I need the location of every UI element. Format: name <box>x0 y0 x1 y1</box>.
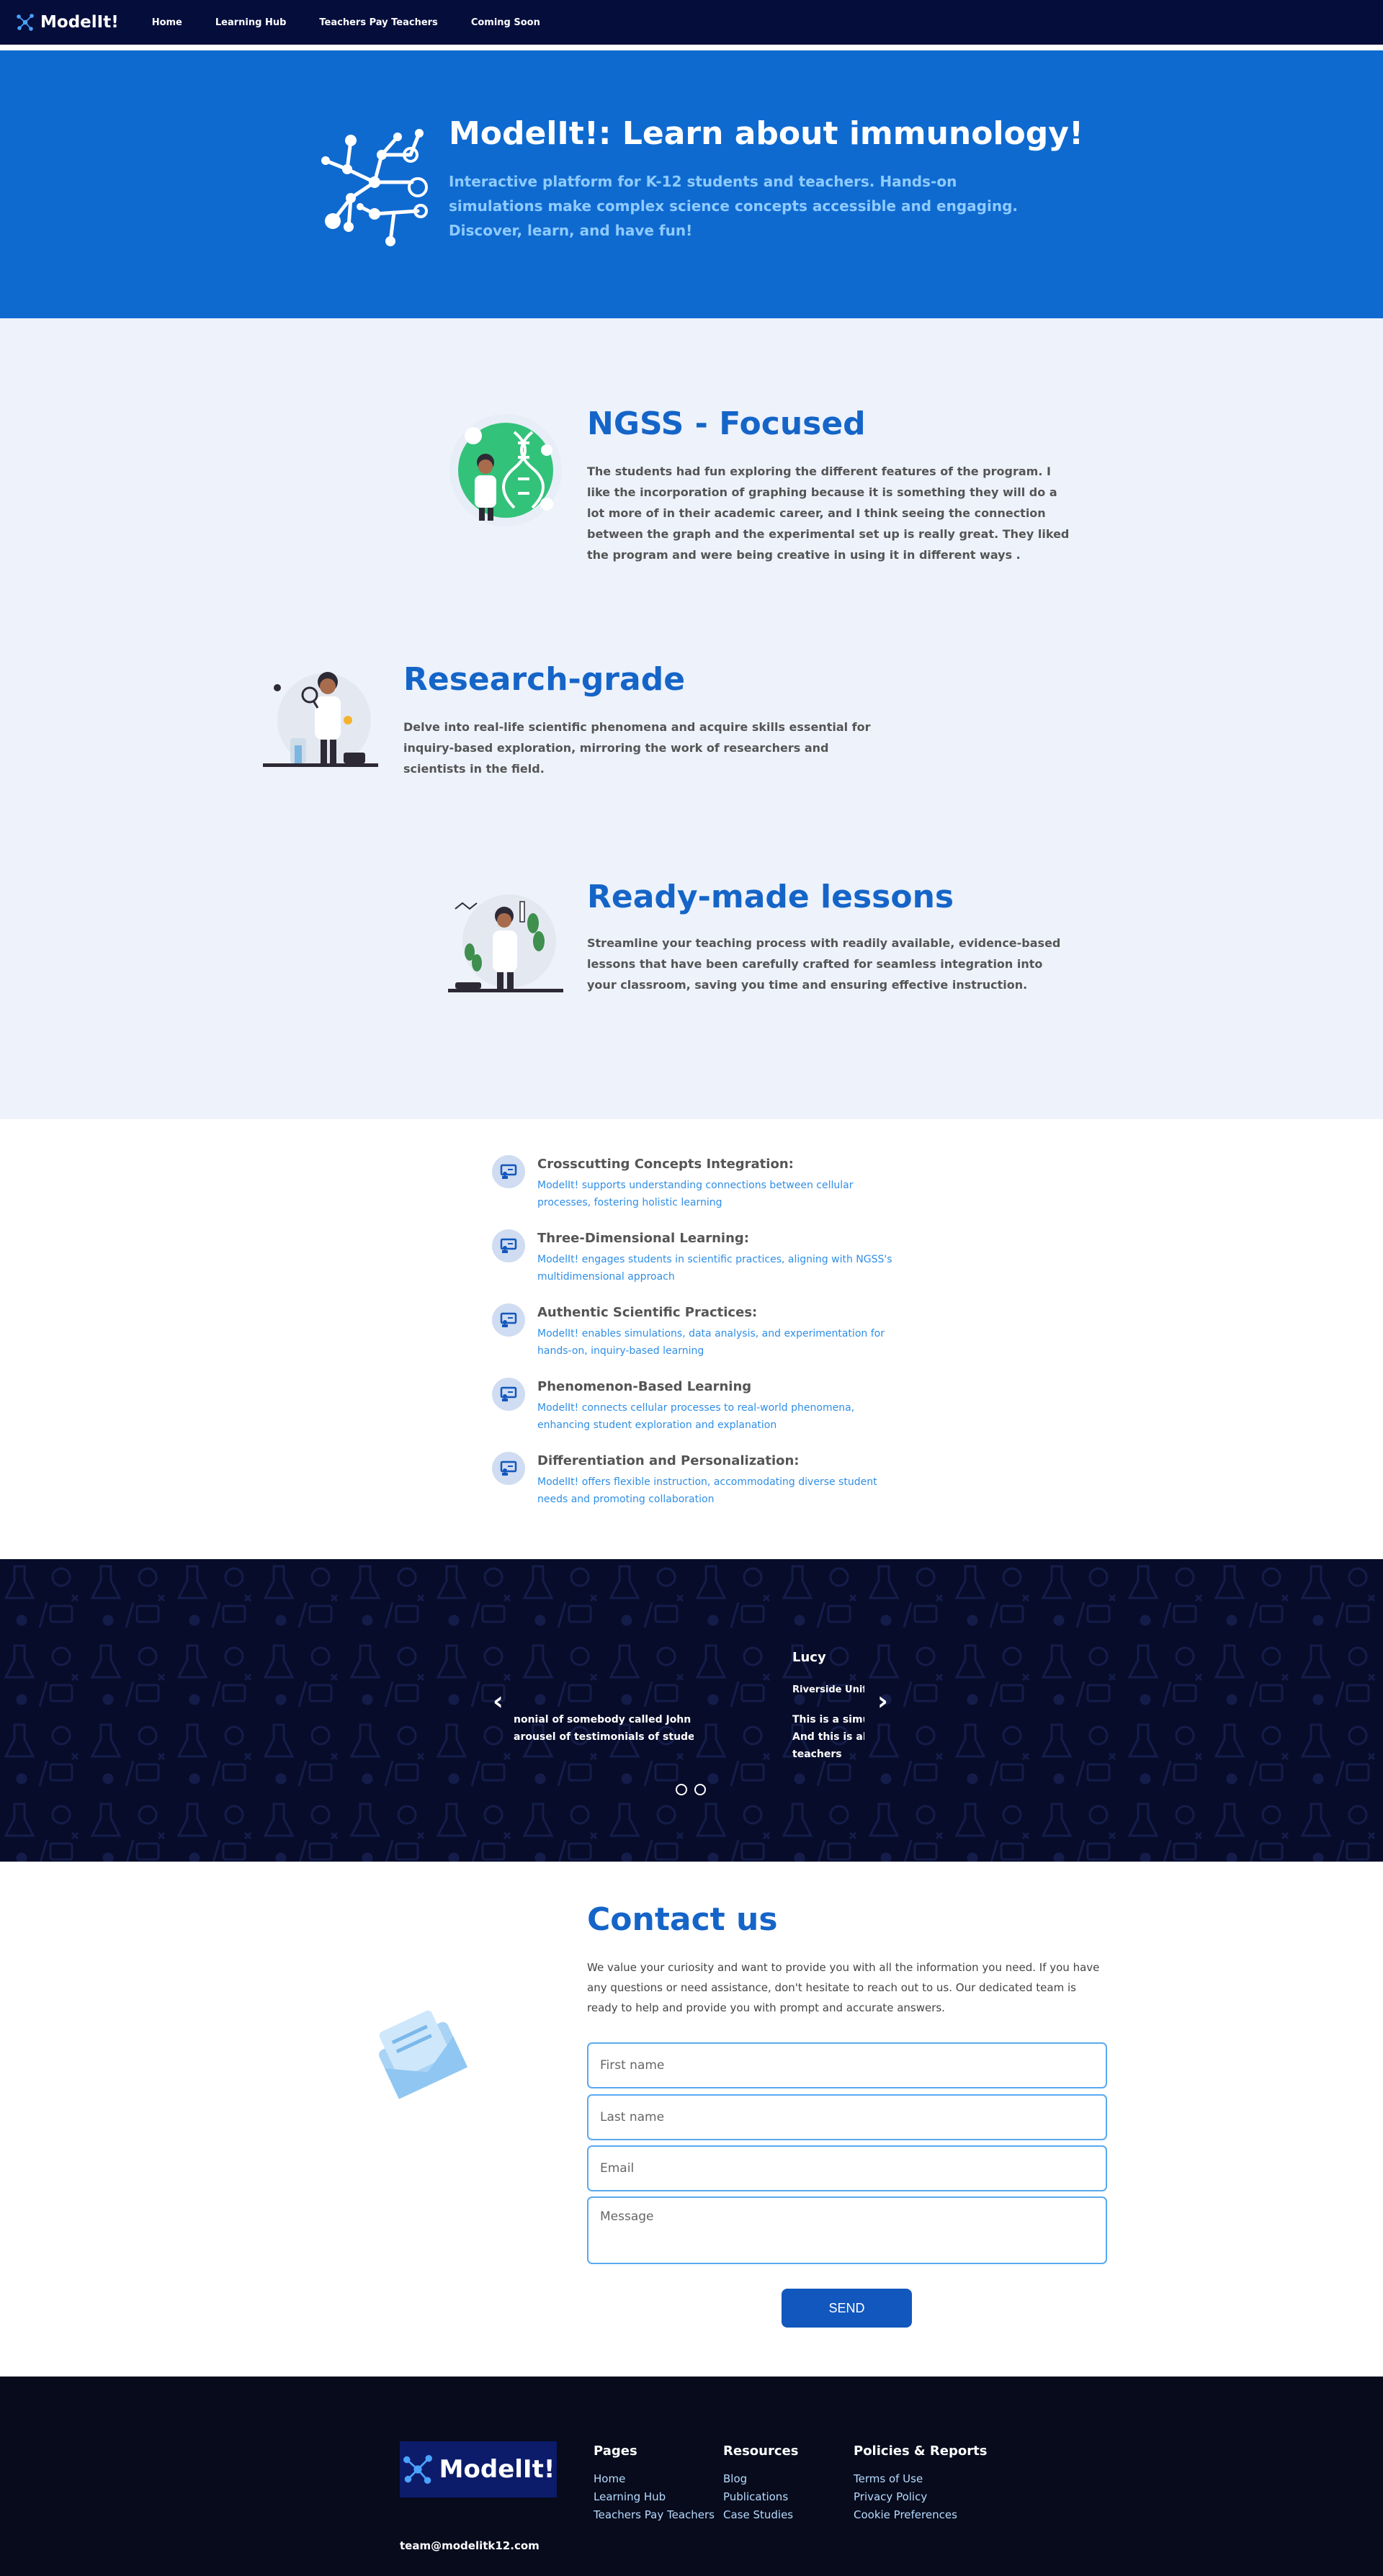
footer-link-case-studies[interactable]: Case Studies <box>723 2506 798 2524</box>
footer-logo[interactable]: ModelIt! <box>400 2441 557 2498</box>
scientist-magnifier-illustration <box>263 672 378 767</box>
footer-email[interactable]: team@modelitk12.com <box>400 2539 540 2552</box>
checklist-description: ModelIt! supports understanding connecti… <box>537 1180 854 1208</box>
footer-link-blog[interactable]: Blog <box>723 2470 798 2488</box>
nav-link-learning-hub[interactable]: Learning Hub <box>215 17 287 28</box>
first-name-field[interactable]: First name <box>587 2042 1107 2088</box>
carousel-dot-2[interactable] <box>694 1784 706 1795</box>
checklist-heading: Crosscutting Concepts Integration: <box>537 1157 794 1172</box>
feature-title-research: Research-grade <box>403 661 686 698</box>
hero-subtitle: Interactive platform for K-12 students a… <box>449 173 1018 239</box>
feature-text-research: Delve into real-life scientific phenomen… <box>403 720 871 776</box>
testimonial-text-lucy-line3: teachers <box>792 1749 842 1760</box>
carousel-dot-1[interactable] <box>676 1784 687 1795</box>
envelope-icon <box>379 2010 468 2099</box>
footer-link-home[interactable]: Home <box>594 2470 715 2488</box>
checklist-description: ModelIt! enables simulations, data analy… <box>537 1328 885 1357</box>
testimonial-text-lucy-line2: And this is also <box>792 1731 864 1743</box>
presentation-icon <box>492 1229 525 1262</box>
email-field[interactable]: Email <box>587 2145 1107 2191</box>
feature-title-ngss: NGSS - Focused <box>587 405 866 442</box>
checklist-description: ModelIt! engages students in scientific … <box>537 1254 892 1283</box>
checklist-heading: Phenomenon-Based Learning <box>537 1379 752 1394</box>
footer-link-privacy[interactable]: Privacy Policy <box>854 2488 987 2506</box>
chevron-left-icon[interactable]: ‹ <box>493 1687 503 1716</box>
checklist-heading: Authentic Scientific Practices: <box>537 1305 758 1320</box>
molecule-icon <box>403 2455 432 2484</box>
footer-logo-text: ModelIt! <box>439 2455 555 2484</box>
presentation-icon <box>492 1155 525 1188</box>
checklist-description: ModelIt! offers flexible instruction, ac… <box>537 1476 877 1505</box>
nav-logo[interactable]: ModelIt! <box>16 13 119 32</box>
send-button[interactable]: SEND <box>782 2289 912 2328</box>
molecule-icon <box>321 129 428 246</box>
testimonial-org-lucy: Riverside Unifi <box>792 1684 864 1695</box>
last-name-field[interactable]: Last name <box>587 2094 1107 2140</box>
scientist-dna-illustration <box>449 414 562 526</box>
footer-heading: Resources <box>723 2443 799 2459</box>
testimonial-text-john-line2: arousel of testimonials of students <box>514 1731 694 1743</box>
contact-title: Contact us <box>587 1901 778 1938</box>
ngss-checklist: Crosscutting Concepts Integration: Model… <box>0 1119 1383 1559</box>
top-nav: ModelIt! Home Learning Hub Teachers Pay … <box>0 0 1383 48</box>
footer-link-cookies[interactable]: Cookie Preferences <box>854 2506 987 2524</box>
footer-link-terms[interactable]: Terms of Use <box>854 2470 987 2488</box>
nav-link-coming-soon[interactable]: Coming Soon <box>471 17 540 28</box>
testimonial-name-lucy: Lucy <box>792 1650 826 1665</box>
scientist-plants-illustration <box>448 894 563 992</box>
checklist-description: ModelIt! connects cellular processes to … <box>537 1402 855 1431</box>
checklist-heading: Differentiation and Personalization: <box>537 1453 800 1468</box>
presentation-icon <box>492 1452 525 1485</box>
footer-link-publications[interactable]: Publications <box>723 2488 798 2506</box>
nav-logo-text: ModelIt! <box>40 13 119 32</box>
feature-text-lessons: Streamline your teaching process with re… <box>587 936 1061 992</box>
presentation-icon <box>492 1378 525 1411</box>
science-doodle-background <box>0 1559 1383 1862</box>
footer-column-pages: Pages Home Learning Hub Teachers Pay Tea… <box>594 2443 715 2524</box>
presentation-icon <box>492 1303 525 1337</box>
nav-link-home[interactable]: Home <box>152 17 182 28</box>
footer-column-policies: Policies & Reports Terms of Use Privacy … <box>854 2443 987 2524</box>
contact-description: We value your curiosity and want to prov… <box>587 1961 1100 2014</box>
footer-link-learning-hub[interactable]: Learning Hub <box>594 2488 715 2506</box>
hero-banner: ModelIt!: Learn about immunology! Intera… <box>0 50 1383 318</box>
footer-column-resources: Resources Blog Publications Case Studies <box>723 2443 798 2524</box>
feature-text-ngss: The students had fun exploring the diffe… <box>587 465 1070 562</box>
testimonial-text-lucy-line1: This is a simula <box>792 1714 864 1725</box>
feature-title-lessons: Ready-made lessons <box>587 879 954 915</box>
checklist-heading: Three-Dimensional Learning: <box>537 1231 749 1246</box>
testimonial-text-john-line1: nonial of somebody called John <box>514 1714 692 1725</box>
footer-heading: Pages <box>594 2443 637 2459</box>
footer-link-teachers-pay-teachers[interactable]: Teachers Pay Teachers <box>594 2506 715 2524</box>
hero-title: ModelIt!: Learn about immunology! <box>449 115 1084 152</box>
nav-links: Home Learning Hub Teachers Pay Teachers … <box>152 17 573 28</box>
message-field[interactable]: Message <box>587 2196 1107 2264</box>
nav-link-teachers-pay-teachers[interactable]: Teachers Pay Teachers <box>319 17 437 28</box>
chevron-right-icon[interactable]: › <box>877 1687 888 1716</box>
molecule-icon <box>17 14 34 31</box>
testimonials-carousel <box>0 1559 1383 1862</box>
footer-heading: Policies & Reports <box>854 2443 988 2459</box>
